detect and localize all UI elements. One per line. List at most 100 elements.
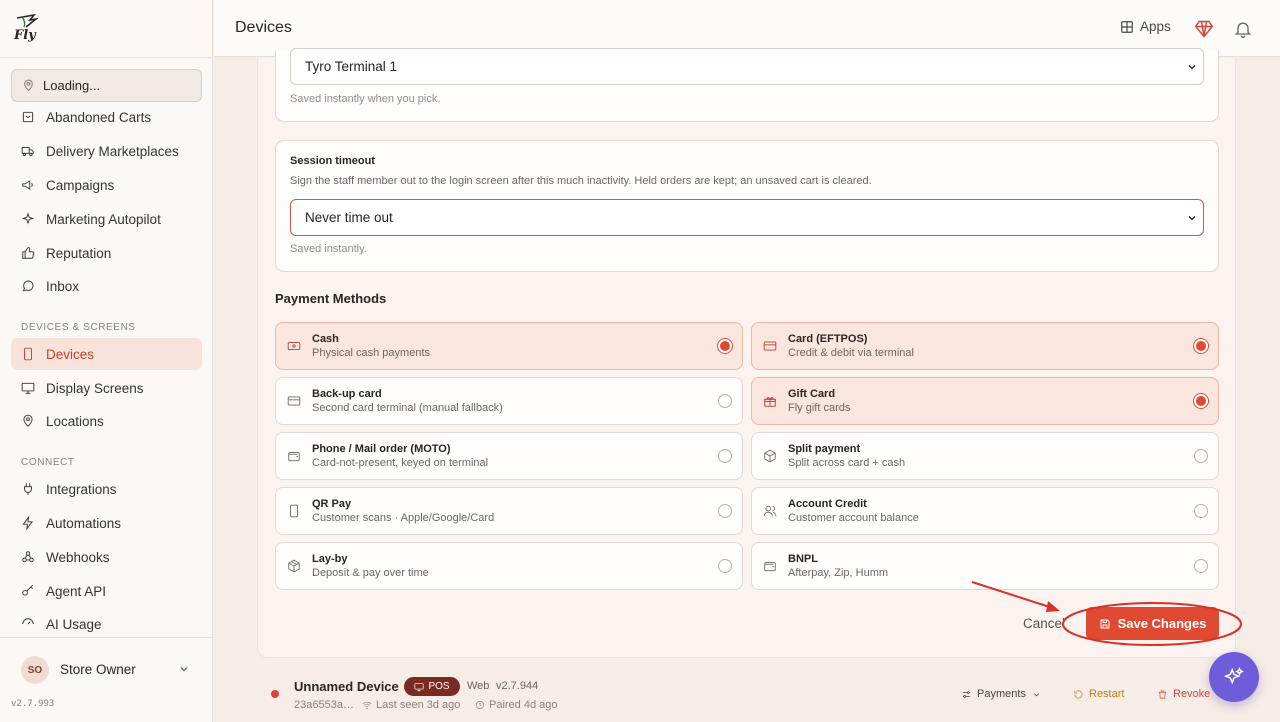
sidebar-item-ai-usage[interactable]: AI Usage: [11, 608, 202, 640]
sidebar-item-abandoned-carts[interactable]: Abandoned Carts: [11, 101, 202, 133]
sidebar-item-delivery-marketplaces[interactable]: Delivery Marketplaces: [11, 135, 202, 167]
restart-label: Restart: [1089, 688, 1125, 700]
payments-label: Payments: [977, 688, 1026, 700]
bell-icon[interactable]: [1233, 19, 1253, 39]
apps-button[interactable]: Apps: [1120, 19, 1171, 34]
sliders-icon: [962, 690, 971, 698]
gem-icon[interactable]: [1194, 19, 1214, 39]
status-dot: [271, 690, 279, 698]
device-id-text: 23a6553a…: [294, 699, 354, 711]
user-name[interactable]: Store Owner: [60, 662, 136, 677]
location-selector[interactable]: Loading...: [11, 69, 202, 102]
payment-method-lay-by[interactable]: Lay-by Deposit & pay over time: [275, 542, 743, 590]
revoke-button[interactable]: Revoke: [1157, 688, 1210, 700]
payment-method-title: Account Credit: [788, 498, 867, 510]
payment-method-title: Split payment: [788, 443, 861, 455]
payment-method-cash[interactable]: Cash Physical cash payments: [275, 322, 743, 370]
last-seen: Last seen 3d ago: [362, 699, 460, 711]
sidebar-item-inbox[interactable]: Inbox: [11, 270, 202, 302]
users-icon: [763, 504, 777, 518]
radio-button[interactable]: [1194, 339, 1208, 353]
session-timeout-hint: Saved instantly.: [290, 243, 367, 255]
plug-icon: [21, 482, 35, 496]
device-name[interactable]: Unnamed Device: [294, 679, 399, 694]
trash-icon: [1158, 689, 1167, 699]
sidebar-item-reputation[interactable]: Reputation: [11, 237, 202, 269]
revoke-label: Revoke: [1173, 688, 1211, 700]
divider: [0, 637, 213, 638]
sidebar-item-devices[interactable]: Devices: [11, 338, 202, 370]
payment-method-card-eftpos[interactable]: Card (EFTPOS) Credit & debit via termina…: [751, 322, 1219, 370]
radio-button[interactable]: [718, 339, 732, 353]
ai-assistant-button[interactable]: [1209, 652, 1259, 702]
sidebar-item-label: Automations: [46, 515, 122, 531]
paired: Paired 4d ago: [475, 699, 558, 711]
session-timeout-title: Session timeout: [290, 155, 375, 167]
payment-methods-heading: Payment Methods: [275, 291, 387, 306]
payment-method-desc: Fly gift cards: [788, 402, 851, 414]
terminal-hint: Saved instantly when you pick.: [290, 93, 441, 105]
truck-icon: [21, 144, 35, 158]
restart-button[interactable]: Restart: [1073, 688, 1124, 700]
payment-method-backup-card[interactable]: Back-up card Second card terminal (manua…: [275, 377, 743, 425]
device-platform: Web: [467, 680, 490, 692]
radio-button[interactable]: [1194, 559, 1208, 573]
sparkles-icon: [1223, 667, 1244, 685]
gift-icon: [763, 394, 777, 408]
location-label: Loading...: [43, 78, 101, 93]
avatar[interactable]: SO: [21, 656, 49, 684]
thumbs-up-icon: [21, 246, 35, 260]
payment-method-desc: Second card terminal (manual fallback): [312, 402, 503, 414]
radio-button[interactable]: [1194, 504, 1208, 518]
pos-badge: POS: [404, 677, 460, 696]
payment-method-desc: Deposit & pay over time: [312, 567, 429, 579]
sidebar-item-marketing-autopilot[interactable]: Marketing Autopilot: [11, 203, 202, 235]
sidebar-item-agent-api[interactable]: Agent API: [11, 575, 202, 607]
terminal-select[interactable]: Tyro Terminal 1: [290, 48, 1204, 85]
monitor-icon: [21, 381, 35, 395]
payment-method-desc: Split across card + cash: [788, 457, 906, 469]
sidebar-item-display-screens[interactable]: Display Screens: [11, 372, 202, 404]
logo-text: Fly: [14, 28, 36, 43]
sparkle-icon: [21, 212, 35, 226]
payment-method-split[interactable]: Split payment Split across card + cash: [751, 432, 1219, 480]
sidebar-item-webhooks[interactable]: Webhooks: [11, 541, 202, 573]
box-icon: [763, 449, 777, 463]
sidebar-item-locations[interactable]: Locations: [11, 405, 202, 437]
radio-button[interactable]: [718, 394, 732, 408]
chevron-down-icon: [1188, 65, 1196, 70]
payment-method-qr-pay[interactable]: QR Pay Customer scans · Apple/Google/Car…: [275, 487, 743, 535]
pos-badge-label: POS: [428, 681, 450, 692]
section-label-connect: CONNECT: [21, 457, 75, 468]
key-icon: [21, 584, 35, 598]
sidebar-item-automations[interactable]: Automations: [11, 507, 202, 539]
payments-button[interactable]: Payments: [961, 688, 1042, 700]
payment-method-account-credit[interactable]: Account Credit Customer account balance: [751, 487, 1219, 535]
device-version: v2.7.944: [496, 680, 539, 692]
radio-button[interactable]: [718, 559, 732, 573]
paired-text: Paired 4d ago: [489, 699, 558, 711]
payment-method-gift-card[interactable]: Gift Card Fly gift cards: [751, 377, 1219, 425]
payment-method-moto[interactable]: Phone / Mail order (MOTO) Card-not-prese…: [275, 432, 743, 480]
session-timeout-value: Never time out: [305, 210, 393, 225]
chevron-down-icon[interactable]: [178, 663, 190, 675]
radio-button[interactable]: [718, 504, 732, 518]
sidebar-item-campaigns[interactable]: Campaigns: [11, 169, 202, 201]
radio-button[interactable]: [1194, 394, 1208, 408]
sidebar-item-label: Devices: [46, 346, 95, 362]
payment-method-desc: Physical cash payments: [312, 347, 430, 359]
sidebar-item-label: Abandoned Carts: [46, 109, 152, 125]
sidebar-item-label: Display Screens: [46, 380, 144, 396]
card-icon: [763, 339, 777, 353]
chevron-down-icon: [1188, 216, 1196, 221]
cash-icon: [287, 339, 301, 353]
sidebar-item-label: Webhooks: [46, 549, 110, 565]
wallet-icon: [763, 559, 777, 573]
session-timeout-select[interactable]: Never time out: [290, 199, 1204, 236]
radio-button[interactable]: [718, 449, 732, 463]
annotation-highlight: [971, 581, 1242, 646]
pin-icon: [21, 414, 35, 428]
monitor-icon: [414, 682, 424, 691]
sidebar-item-integrations[interactable]: Integrations: [11, 473, 202, 505]
radio-button[interactable]: [1194, 449, 1208, 463]
